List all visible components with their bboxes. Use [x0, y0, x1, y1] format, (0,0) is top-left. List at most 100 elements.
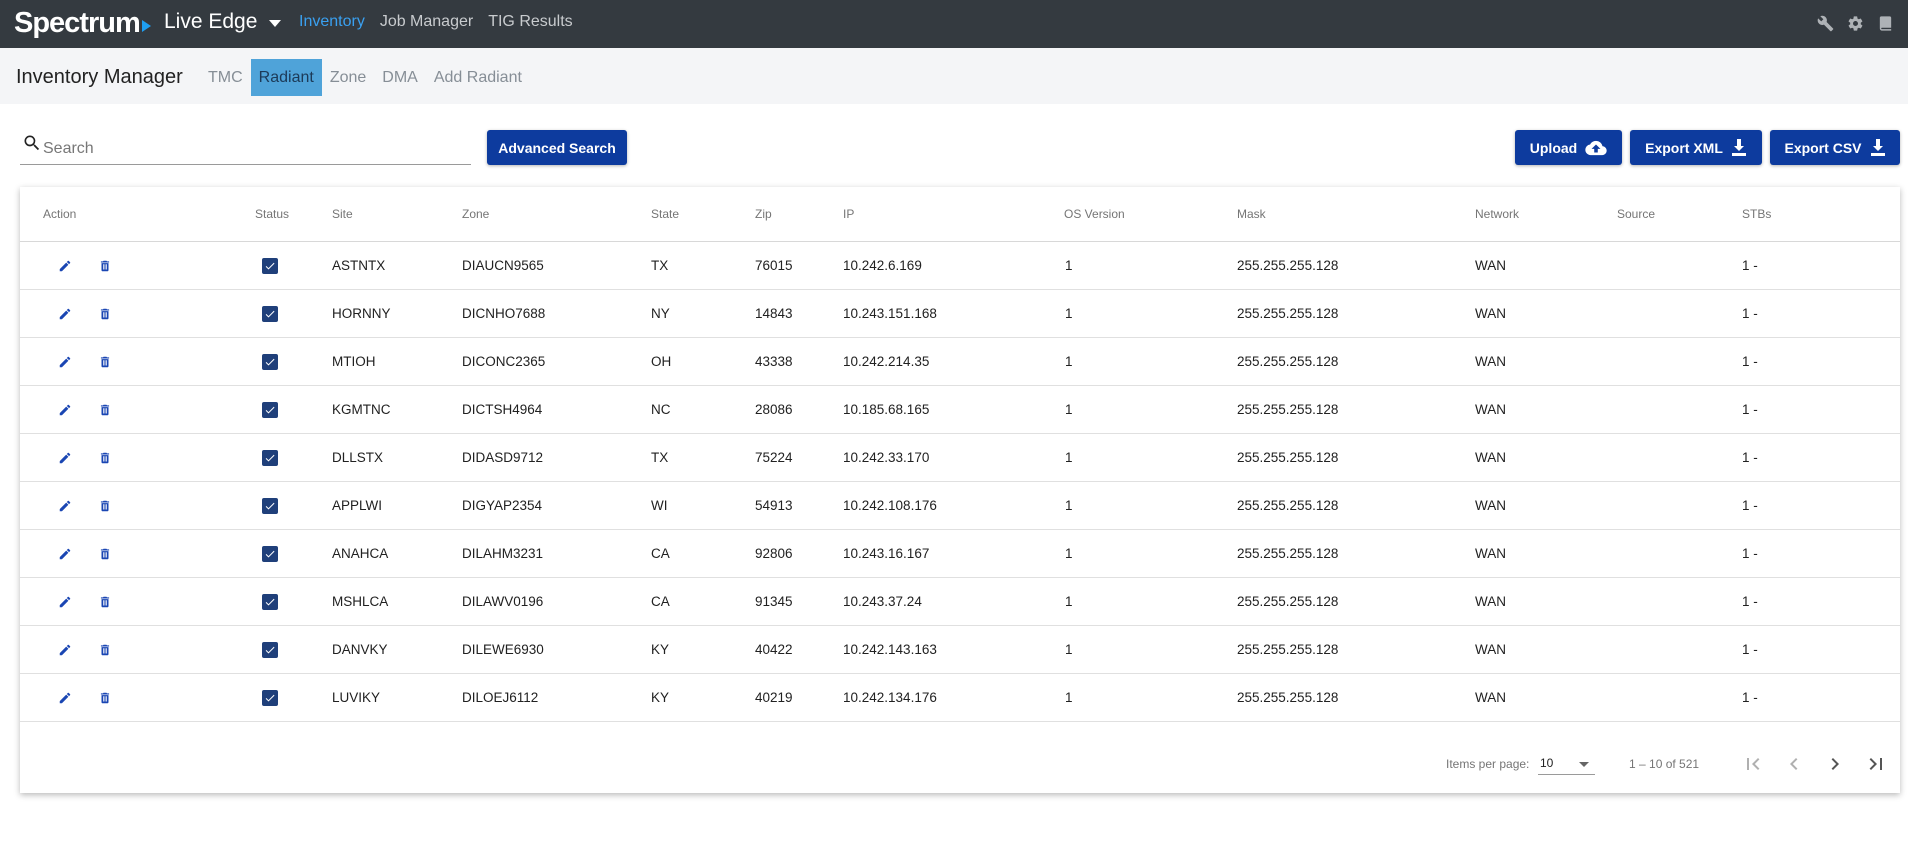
edit-icon[interactable]: [58, 259, 72, 273]
cell-os-version: 1: [1065, 258, 1073, 273]
cell-zone: DILOEJ6112: [462, 690, 539, 705]
delete-icon[interactable]: [98, 643, 112, 657]
delete-icon[interactable]: [98, 691, 112, 705]
cell-stbs: 1 -: [1742, 354, 1758, 369]
cell-network: WAN: [1475, 594, 1506, 609]
edit-icon[interactable]: [58, 547, 72, 561]
status-checkbox[interactable]: [262, 642, 278, 658]
cell-network: WAN: [1475, 402, 1506, 417]
nav-job-manager[interactable]: Job Manager: [380, 13, 473, 31]
status-checkbox[interactable]: [262, 690, 278, 706]
col-header-status: Status: [255, 207, 290, 221]
table-row: ANAHCA DILAHM3231 CA 92806 10.243.16.167 1 255…: [20, 530, 1900, 578]
tab-zone[interactable]: Zone: [322, 59, 374, 96]
export-csv-button[interactable]: Export CSV: [1770, 130, 1900, 165]
environment-label: Live Edge: [164, 10, 258, 33]
cell-stbs: 1 -: [1742, 498, 1758, 513]
delete-icon[interactable]: [98, 547, 112, 561]
cell-state: WI: [651, 498, 668, 513]
cell-stbs: 1 -: [1742, 402, 1758, 417]
status-checkbox[interactable]: [262, 306, 278, 322]
tab-radiant[interactable]: Radiant: [250, 59, 322, 96]
upload-button[interactable]: Upload: [1515, 130, 1622, 165]
cell-os-version: 1: [1065, 450, 1073, 465]
cell-state: CA: [651, 546, 670, 561]
cell-mask: 255.255.255.128: [1237, 354, 1339, 369]
environment-dropdown[interactable]: Live Edge: [164, 10, 282, 34]
table-row: LUVIKY DILOEJ6112 KY 40219 10.242.134.176 1 25…: [20, 674, 1900, 722]
items-per-page-select[interactable]: 10: [1538, 753, 1595, 775]
edit-icon[interactable]: [58, 643, 72, 657]
col-header-source: Source: [1617, 207, 1656, 221]
cell-zip: 40219: [755, 690, 793, 705]
cell-ip: 10.242.33.170: [843, 450, 930, 465]
brand-logo[interactable]: Spectrum: [14, 7, 151, 40]
delete-icon[interactable]: [98, 499, 112, 513]
cell-state: KY: [651, 642, 670, 657]
previous-page-button[interactable]: [1782, 752, 1806, 776]
brand-name: Spectrum: [14, 7, 141, 39]
cell-stbs: 1 -: [1742, 690, 1758, 705]
edit-icon[interactable]: [58, 451, 72, 465]
edit-icon[interactable]: [58, 691, 72, 705]
table-header: Action Status Site Zone State Zip IP OS …: [20, 187, 1900, 242]
cell-zip: 28086: [755, 402, 793, 417]
first-page-button[interactable]: [1741, 752, 1765, 776]
tab-tmc[interactable]: TMC: [200, 59, 251, 96]
delete-icon[interactable]: [98, 595, 112, 609]
tab-add-radiant[interactable]: Add Radiant: [426, 59, 530, 96]
caret-down-icon: [269, 19, 282, 27]
last-page-icon: [1869, 758, 1882, 770]
edit-icon[interactable]: [58, 355, 72, 369]
cell-ip: 10.243.151.168: [843, 306, 937, 321]
edit-icon[interactable]: [58, 499, 72, 513]
delete-icon[interactable]: [98, 259, 112, 273]
status-checkbox[interactable]: [262, 546, 278, 562]
cloud-upload-icon: [1585, 140, 1607, 156]
status-checkbox[interactable]: [262, 258, 278, 274]
export-csv-label: Export CSV: [1784, 139, 1862, 156]
tab-dma[interactable]: DMA: [374, 59, 426, 96]
last-page-button[interactable]: [1864, 752, 1888, 776]
cell-zone: DILAWV0196: [462, 594, 544, 609]
cell-mask: 255.255.255.128: [1237, 690, 1339, 705]
cell-mask: 255.255.255.128: [1237, 498, 1339, 513]
nav-inventory[interactable]: Inventory: [299, 13, 365, 31]
delete-icon[interactable]: [98, 403, 112, 417]
advanced-search-button[interactable]: Advanced Search: [487, 130, 627, 165]
cell-os-version: 1: [1065, 642, 1073, 657]
cell-ip: 10.242.134.176: [843, 690, 937, 705]
status-checkbox[interactable]: [262, 450, 278, 466]
cell-network: WAN: [1475, 642, 1506, 657]
edit-icon[interactable]: [58, 595, 72, 609]
delete-icon[interactable]: [98, 451, 112, 465]
nav-tig-results[interactable]: TIG Results: [488, 13, 572, 31]
cell-ip: 10.242.143.163: [843, 642, 937, 657]
edit-icon[interactable]: [58, 403, 72, 417]
cell-zone: DICNHO7688: [462, 306, 546, 321]
cell-zone: DIAUCN9565: [462, 258, 544, 273]
book-icon[interactable]: [1877, 15, 1894, 32]
cell-zip: 76015: [755, 258, 793, 273]
wrench-icon[interactable]: [1817, 15, 1834, 32]
status-checkbox[interactable]: [262, 498, 278, 514]
cell-zip: 75224: [755, 450, 793, 465]
sub-header: Inventory Manager TMC Radiant Zone DMA A…: [0, 48, 1908, 104]
gear-icon[interactable]: [1847, 15, 1864, 32]
search-input[interactable]: [43, 136, 463, 162]
status-checkbox[interactable]: [262, 594, 278, 610]
delete-icon[interactable]: [98, 355, 112, 369]
cell-site: APPLWI: [332, 498, 383, 513]
page-range-label: 1 – 10 of 521: [1629, 757, 1700, 771]
cell-zip: 43338: [755, 354, 793, 369]
cell-zip: 40422: [755, 642, 793, 657]
export-xml-button[interactable]: Export XML: [1630, 130, 1762, 165]
table-row: DANVKY DILEWE6930 KY 40422 10.242.143.163 1 25…: [20, 626, 1900, 674]
status-checkbox[interactable]: [262, 354, 278, 370]
cell-mask: 255.255.255.128: [1237, 642, 1339, 657]
page-title: Inventory Manager: [16, 66, 183, 88]
edit-icon[interactable]: [58, 307, 72, 321]
delete-icon[interactable]: [98, 307, 112, 321]
next-page-button[interactable]: [1823, 752, 1847, 776]
status-checkbox[interactable]: [262, 402, 278, 418]
